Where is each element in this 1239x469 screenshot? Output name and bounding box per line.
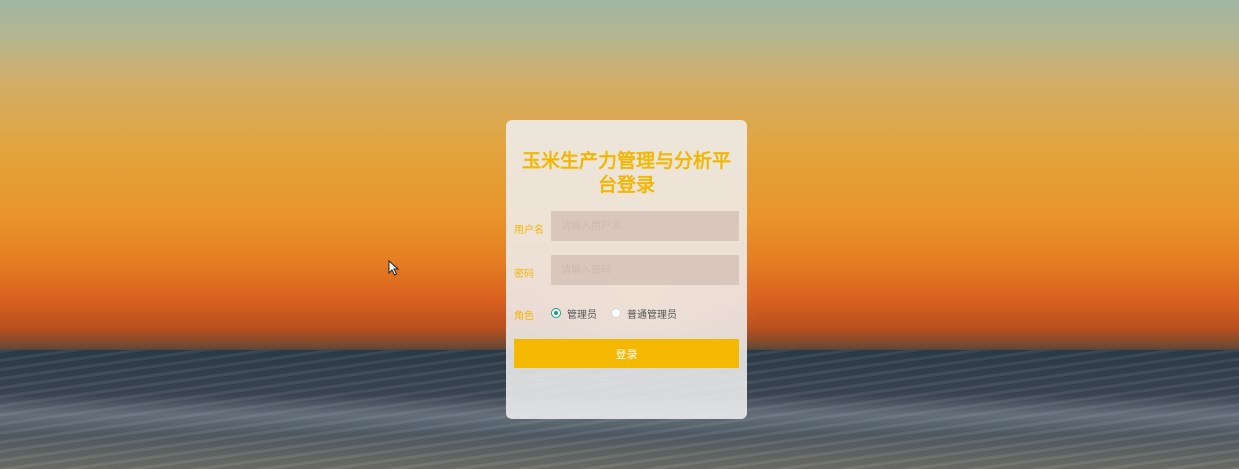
password-label: 密码 (514, 269, 534, 280)
mouse-cursor-icon (388, 260, 400, 276)
password-input[interactable] (551, 255, 739, 285)
role-option-admin[interactable]: 管理员 (551, 306, 597, 321)
login-button[interactable]: 登录 (514, 339, 739, 368)
radio-checked-icon[interactable] (551, 308, 561, 318)
username-input[interactable] (551, 211, 739, 241)
login-title: 玉米生产力管理与分析平 台登录 (516, 149, 737, 197)
radio-unchecked-icon[interactable] (611, 308, 621, 318)
role-option-normal-admin[interactable]: 普通管理员 (611, 306, 677, 321)
role-option-admin-label: 管理员 (567, 309, 597, 321)
username-label: 用户名 (514, 225, 544, 236)
login-title-line2: 台登录 (597, 174, 655, 196)
login-title-line1: 玉米生产力管理与分析平 (521, 150, 731, 172)
login-card: 玉米生产力管理与分析平 台登录 用户名 密码 角色 管理员 普通管理员 登录 (506, 120, 747, 419)
role-option-normal-admin-label: 普通管理员 (627, 309, 677, 321)
role-radio-group: 管理员 普通管理员 (551, 306, 691, 321)
role-label: 角色 (514, 311, 534, 322)
